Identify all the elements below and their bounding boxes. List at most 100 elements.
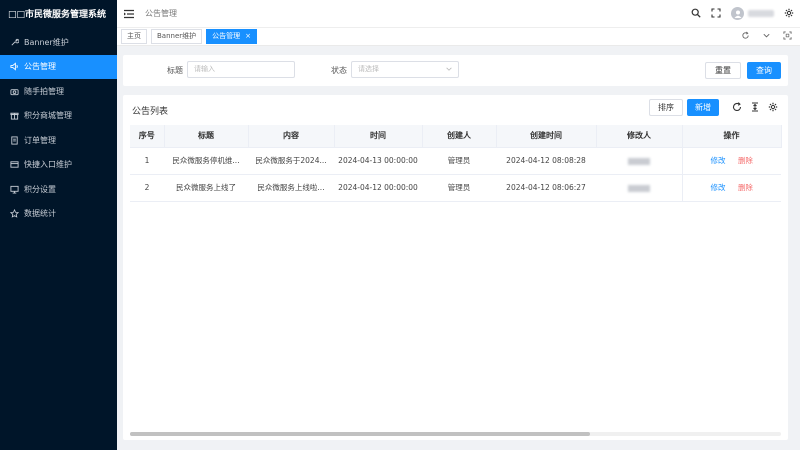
sidebar: □□市民微服务管理系统 Banner维护 公告管理 随手拍管理 积分商城管理 订…: [0, 0, 117, 450]
scrollbar-thumb[interactable]: [130, 432, 590, 436]
star-icon: [9, 209, 19, 219]
sidebar-item-announcement[interactable]: 公告管理: [0, 54, 117, 79]
row-created-at: 2024-04-12 08:06:27: [496, 174, 596, 202]
input-placeholder: 请输入: [194, 65, 215, 73]
refresh-icon[interactable]: [741, 31, 750, 42]
fullscreen-content-icon[interactable]: [783, 31, 792, 42]
sidebar-item-shortcuts[interactable]: 快捷入口维护: [0, 153, 117, 178]
horizontal-scrollbar[interactable]: [130, 432, 781, 436]
refresh-icon[interactable]: [732, 102, 742, 114]
card-icon: [9, 160, 19, 170]
column-header: 标题: [164, 125, 249, 148]
status-filter-label: 状态: [331, 66, 347, 75]
speaker-icon: [9, 62, 19, 72]
menu-fold-icon[interactable]: [123, 8, 135, 20]
top-header: 公告管理: [117, 0, 800, 28]
column-header: 修改人: [596, 125, 683, 148]
announcement-table: 序号 标题 内容 时间 创建人 创建时间 修改人 操作 1 民众微服务停机维..…: [130, 125, 782, 202]
tabs-bar: 主页 Banner维护 公告管理 ×: [117, 28, 800, 46]
search-icon[interactable]: [691, 8, 701, 20]
sidebar-item-label: 随手拍管理: [24, 86, 64, 96]
wrench-icon: [9, 37, 19, 47]
row-modifier: [596, 147, 682, 175]
select-placeholder: 请选择: [358, 65, 379, 73]
row-content: 民众微服务上线啦...: [248, 174, 334, 202]
row-content: 民众微服务于2024...: [248, 147, 334, 175]
sidebar-item-points-settings[interactable]: 积分设置: [0, 177, 117, 202]
column-header: 操作: [681, 125, 782, 148]
sort-button[interactable]: 排序: [649, 99, 683, 116]
tab-label: 公告管理: [212, 32, 241, 40]
user-menu[interactable]: [731, 7, 774, 20]
tab-label: 主页: [127, 32, 141, 40]
edit-link[interactable]: 修改: [711, 156, 726, 165]
gear-icon[interactable]: [784, 8, 794, 20]
breadcrumb: 公告管理: [145, 9, 177, 18]
row-title: 民众微服务停机维...: [164, 147, 248, 175]
tab-home[interactable]: 主页: [121, 29, 147, 44]
sidebar-item-label: 订单管理: [24, 135, 56, 145]
row-actions: 修改 删除: [681, 174, 781, 202]
column-header: 时间: [334, 125, 423, 148]
status-select[interactable]: 请选择: [351, 61, 459, 78]
query-button[interactable]: 查询: [747, 62, 781, 79]
delete-link[interactable]: 删除: [738, 183, 753, 192]
title-filter-label: 标题: [167, 66, 183, 75]
gift-icon: [9, 111, 19, 121]
sidebar-item-label: Banner维护: [24, 37, 69, 47]
redacted-name: [627, 184, 650, 192]
row-creator: 管理员: [422, 174, 496, 202]
sidebar-menu: Banner维护 公告管理 随手拍管理 积分商城管理 订单管理 快捷入口维护 积…: [0, 30, 117, 226]
row-index: 2: [130, 174, 164, 202]
column-header: 创建人: [422, 125, 497, 148]
avatar[interactable]: [731, 7, 744, 20]
table-row: 1 民众微服务停机维... 民众微服务于2024... 2024-04-13 0…: [130, 147, 781, 175]
column-height-icon[interactable]: [750, 102, 760, 114]
sidebar-item-label: 积分设置: [24, 184, 56, 194]
row-created-at: 2024-04-12 08:08:28: [496, 147, 596, 175]
column-header: 内容: [248, 125, 335, 148]
sidebar-item-orders[interactable]: 订单管理: [0, 128, 117, 153]
sidebar-item-label: 快捷入口维护: [24, 160, 72, 170]
row-title: 民众微服务上线了: [164, 174, 248, 202]
fullscreen-icon[interactable]: [711, 7, 721, 20]
row-creator: 管理员: [422, 147, 496, 175]
sidebar-item-points-mall[interactable]: 积分商城管理: [0, 104, 117, 129]
close-icon[interactable]: ×: [245, 30, 251, 43]
row-time: 2024-04-12 00:00:00: [334, 174, 422, 202]
table-header-row: 序号 标题 内容 时间 创建人 创建时间 修改人 操作: [130, 125, 782, 148]
username[interactable]: [748, 10, 774, 17]
chevron-down-icon[interactable]: [762, 31, 771, 42]
settings-icon[interactable]: [768, 102, 778, 114]
search-panel: 标题 请输入 状态 请选择 重置 查询: [123, 55, 788, 86]
table-row: 2 民众微服务上线了 民众微服务上线啦... 2024-04-12 00:00:…: [130, 174, 781, 202]
sidebar-item-label: 公告管理: [24, 62, 56, 72]
sidebar-item-label: 积分商城管理: [24, 111, 72, 121]
monitor-icon: [9, 184, 19, 194]
sidebar-item-banner[interactable]: Banner维护: [0, 30, 117, 55]
chevron-down-icon: [446, 67, 452, 71]
row-actions: 修改 删除: [681, 147, 781, 175]
title-search-input[interactable]: 请输入: [187, 61, 295, 78]
reset-button[interactable]: 重置: [705, 62, 741, 79]
redacted-name: [627, 157, 650, 165]
app-title: □□市民微服务管理系统: [8, 10, 107, 20]
column-header: 序号: [130, 125, 165, 148]
announcement-list-panel: 公告列表 排序 新增 序号 标题 内容 时间 创建人 创建时间 修改人 操作 1…: [123, 95, 788, 440]
sidebar-item-statistics[interactable]: 数据统计: [0, 202, 117, 227]
document-icon: [9, 135, 19, 145]
delete-link[interactable]: 删除: [738, 156, 753, 165]
row-modifier: [596, 174, 682, 202]
row-index: 1: [130, 147, 164, 175]
add-button[interactable]: 新增: [687, 99, 719, 116]
sidebar-item-label: 数据统计: [24, 209, 56, 219]
tab-label: Banner维护: [157, 32, 197, 40]
sidebar-item-snapshot[interactable]: 随手拍管理: [0, 79, 117, 104]
list-title: 公告列表: [132, 107, 169, 117]
edit-link[interactable]: 修改: [711, 183, 726, 192]
tab-announcement[interactable]: 公告管理 ×: [206, 29, 258, 44]
tab-banner[interactable]: Banner维护: [151, 29, 203, 44]
row-time: 2024-04-13 00:00:00: [334, 147, 422, 175]
camera-icon: [9, 86, 19, 96]
column-header: 创建时间: [496, 125, 597, 148]
